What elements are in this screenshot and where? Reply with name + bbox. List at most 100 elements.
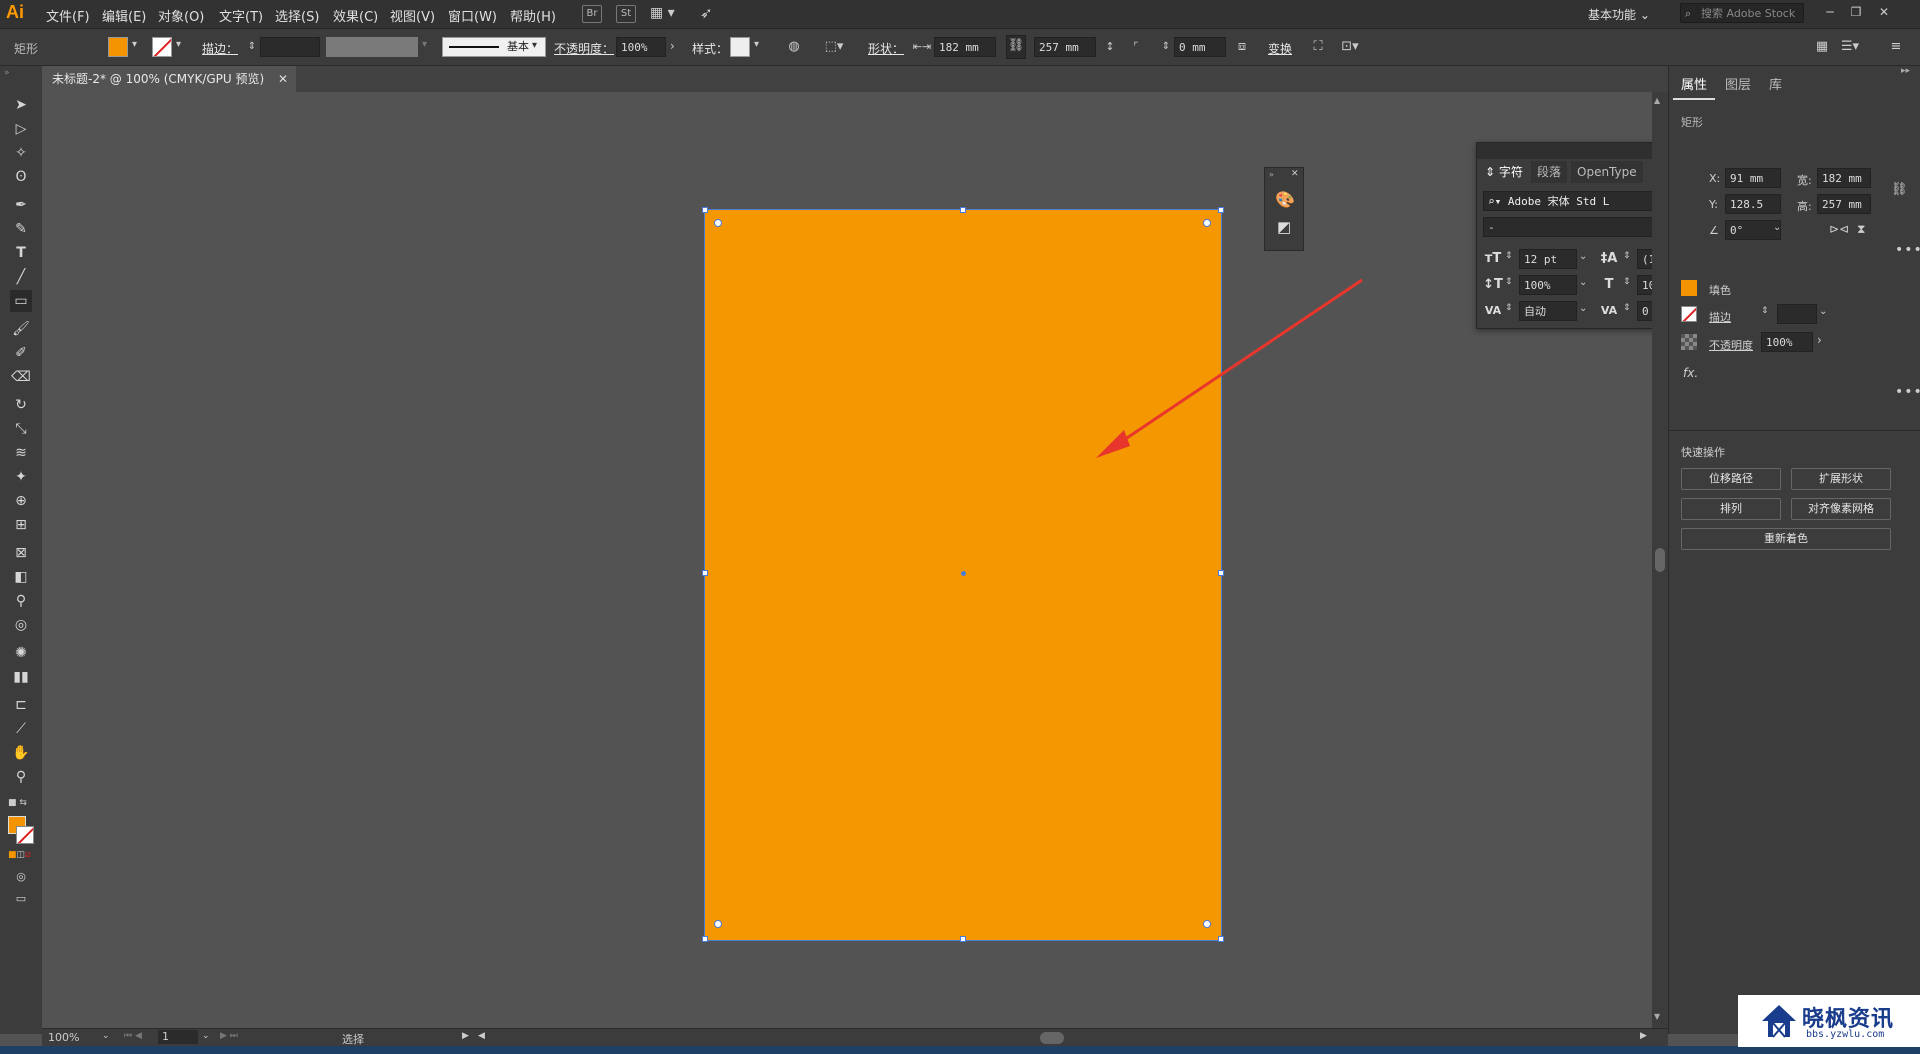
stroke-dropdown-icon[interactable]: ▾ <box>176 39 181 50</box>
stroke-weight-field[interactable] <box>260 37 320 57</box>
menu-edit[interactable]: 编辑(E) <box>102 6 146 25</box>
offset-path-button[interactable]: 位移路径 <box>1681 468 1781 490</box>
align-to-pixel-grid-button[interactable]: 对齐像素网格 <box>1791 498 1891 520</box>
expand-shape-button[interactable]: 扩展形状 <box>1791 468 1891 490</box>
restore-icon[interactable]: ❐ <box>1846 3 1866 21</box>
stroke-label[interactable]: 描边 <box>1709 309 1731 325</box>
magic-wand-tool-icon[interactable]: ✧ <box>10 142 32 164</box>
scale-corners-icon[interactable]: ⧈ <box>1232 37 1252 57</box>
vertical-scale-field[interactable]: 100% <box>1519 275 1577 295</box>
opacity-expand-icon[interactable]: › <box>670 39 675 53</box>
more-options-icon[interactable]: ••• <box>1895 384 1920 400</box>
opacity-label[interactable]: 不透明度 <box>1709 337 1753 353</box>
mesh-tool-icon[interactable]: ⊠ <box>10 542 32 564</box>
puppet-warp-tool-icon[interactable]: ✦ <box>10 466 32 488</box>
corner-stepper-icon[interactable]: ⇕ <box>1156 37 1176 57</box>
artboard-tool-icon[interactable]: ⊏ <box>10 694 32 716</box>
pen-tool-icon[interactable]: ✒ <box>10 194 32 216</box>
width-tool-icon[interactable]: ≋ <box>10 442 32 464</box>
direct-selection-tool-icon[interactable]: ▷ <box>10 118 32 140</box>
bridge-icon[interactable]: Br <box>582 5 602 23</box>
eyedropper-tool-icon[interactable]: ⚲ <box>10 590 32 612</box>
slice-tool-icon[interactable]: ⟋ <box>10 718 32 740</box>
recolor-globe-icon[interactable]: ◍ <box>784 37 804 57</box>
tab-opentype[interactable]: OpenType <box>1571 161 1643 183</box>
appearance-fill-swatch[interactable] <box>1681 280 1697 296</box>
document-tab[interactable]: 未标题-2* @ 100% (CMYK/GPU 预览) ✕ <box>42 66 296 92</box>
kerning-stepper-icon[interactable]: ⇕ <box>1505 303 1513 313</box>
symbol-sprayer-tool-icon[interactable]: ✺ <box>10 642 32 664</box>
recolor-button[interactable]: 重新着色 <box>1681 528 1891 550</box>
arrange-documents-icon[interactable]: ▦ ▾ <box>650 5 675 21</box>
shape-width-field[interactable]: 182 mm <box>934 37 996 57</box>
graphic-style-swatch[interactable] <box>730 37 750 57</box>
opacity-label[interactable]: 不透明度： <box>554 40 614 57</box>
scroll-up-icon[interactable]: ▲ <box>1654 96 1660 105</box>
handle-bottom-left[interactable] <box>702 936 708 942</box>
corner-widget-top-left[interactable] <box>714 219 722 227</box>
link-proportions-icon[interactable]: ⛓ <box>1006 35 1026 59</box>
x-field[interactable]: 91 mm <box>1725 168 1781 188</box>
stroke-stepper-icon[interactable]: ⇕ <box>242 37 262 57</box>
collapse-panel-icon[interactable]: ▸▸ <box>1901 66 1910 76</box>
isolate-icon[interactable]: ⛶ <box>1308 37 1328 57</box>
next-artboard-icon[interactable]: ▶ ⏭ <box>220 1031 238 1041</box>
blend-tool-icon[interactable]: ◎ <box>10 614 32 636</box>
tab-properties[interactable]: 属性 <box>1673 74 1716 100</box>
close-window-icon[interactable]: ✕ <box>1874 3 1894 21</box>
rectangle-tool-icon[interactable]: ▭ <box>10 290 32 312</box>
corner-widget-bottom-right[interactable] <box>1203 920 1211 928</box>
stroke-color-box[interactable] <box>16 826 34 844</box>
default-swap-colors-icon[interactable]: ■ ⇆ <box>8 798 34 808</box>
handle-top-left[interactable] <box>702 207 708 213</box>
opacity-field[interactable]: 100% <box>616 37 666 57</box>
menu-help[interactable]: 帮助(H) <box>510 6 556 25</box>
rotate-tool-icon[interactable]: ↻ <box>10 394 32 416</box>
chevron-down-icon[interactable]: ⌄ <box>102 1031 110 1041</box>
handle-bottom-center[interactable] <box>960 936 966 942</box>
menu-window[interactable]: 窗口(W) <box>448 6 497 25</box>
font-size-field[interactable]: 12 pt <box>1519 249 1577 269</box>
zoom-level[interactable]: 100% <box>48 1031 79 1044</box>
horizontal-scroll-thumb[interactable] <box>1040 1032 1064 1044</box>
chevron-down-icon[interactable]: ⌄ <box>1579 303 1587 314</box>
stroke-none-swatch[interactable] <box>152 37 172 57</box>
chevron-down-icon[interactable]: ⌄ <box>1819 306 1827 317</box>
eraser-tool-icon[interactable]: ⌫ <box>10 366 32 388</box>
brush-definition[interactable]: 基本 <box>442 37 546 57</box>
line-tool-icon[interactable]: ╱ <box>10 266 32 288</box>
align-icon[interactable]: ⬚▾ <box>824 37 844 57</box>
toolbar-collapse-icon[interactable]: » <box>4 68 10 78</box>
shape-builder-tool-icon[interactable]: ⊕ <box>10 490 32 512</box>
pathfinder-icon[interactable]: ◩ <box>1277 218 1291 236</box>
flip-vertical-icon[interactable]: ⧗ <box>1857 222 1865 237</box>
hand-tool-icon[interactable]: ✋ <box>10 742 32 764</box>
handle-middle-left[interactable] <box>702 570 708 576</box>
expand-panel-icon[interactable]: » <box>1269 170 1274 179</box>
lasso-tool-icon[interactable]: ʘ <box>10 166 32 188</box>
menu-select[interactable]: 选择(S) <box>275 6 319 25</box>
fx-button[interactable]: fx. <box>1683 366 1698 380</box>
stock-icon[interactable]: St <box>616 5 636 23</box>
handle-top-right[interactable] <box>1218 207 1224 213</box>
fill-dropdown-icon[interactable]: ▾ <box>132 39 137 50</box>
first-artboard-icon[interactable]: ⏮ ◀ <box>124 1031 142 1041</box>
zoom-tool-icon[interactable]: ⚲ <box>10 766 32 788</box>
menu-effect[interactable]: 效果(C) <box>333 6 378 25</box>
stock-search-input[interactable]: ⌕ 搜索 Adobe Stock <box>1680 3 1804 23</box>
shape-height-field[interactable]: 257 mm <box>1034 37 1096 57</box>
appearance-stroke-swatch[interactable] <box>1681 306 1697 322</box>
scroll-thumb[interactable] <box>1655 548 1665 572</box>
status-menu-icon[interactable]: ▶ <box>462 1031 469 1041</box>
brush-dropdown-icon[interactable]: ▾ <box>532 40 537 51</box>
menu-file[interactable]: 文件(F) <box>46 6 90 25</box>
flip-horizontal-icon[interactable]: ⊳⊲ <box>1829 222 1849 236</box>
leading-stepper-icon[interactable]: ⇕ <box>1623 251 1631 261</box>
tab-paragraph[interactable]: 段落 <box>1531 161 1568 183</box>
horizontal-scale-stepper-icon[interactable]: ⇕ <box>1623 277 1631 287</box>
chevron-down-icon[interactable]: ⌄ <box>1579 251 1587 262</box>
tab-layers[interactable]: 图层 <box>1717 74 1759 98</box>
selection-tool-icon[interactable]: ➤ <box>10 94 32 116</box>
menu-view[interactable]: 视图(V) <box>390 6 435 25</box>
color-mode-icons[interactable]: ■◫⧄ <box>8 850 31 860</box>
